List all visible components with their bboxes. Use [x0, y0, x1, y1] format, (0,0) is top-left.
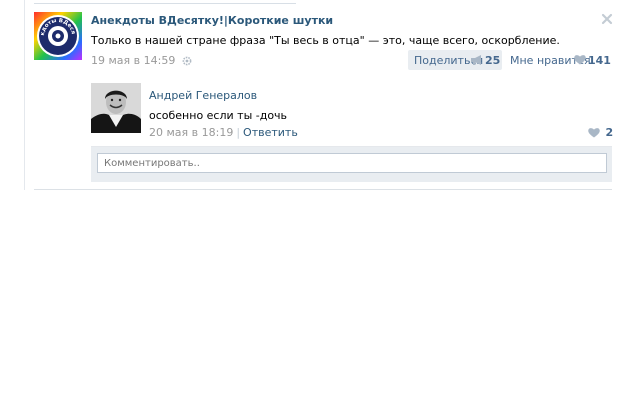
commenter-name-link[interactable]: Андрей Генералов	[149, 89, 257, 102]
top-divider	[34, 3, 296, 4]
post-date-link[interactable]: 19 мая в 14:59	[91, 54, 192, 69]
comment-form	[91, 147, 612, 182]
post-bottom-divider	[34, 189, 612, 190]
like-count: 141	[588, 54, 611, 67]
reply-link[interactable]: Ответить	[243, 126, 298, 139]
group-avatar[interactable]: Анекдоты ВДесятку!	[32, 8, 82, 60]
post-text: Только в нашей стране фраза "Ты весь в о…	[91, 34, 560, 47]
share-count: 25	[485, 54, 501, 67]
comment-input[interactable]	[97, 153, 607, 173]
heart-icon	[574, 54, 586, 68]
commenter-avatar[interactable]	[91, 83, 141, 133]
share-button[interactable]: Поделиться 25	[408, 50, 502, 70]
group-name-link[interactable]: Анекдоты ВДесятку!|Короткие шутки	[91, 14, 333, 27]
meta-separator: |	[236, 126, 241, 139]
comment-date-link[interactable]: 20 мая в 18:19	[149, 126, 233, 139]
comment-meta: 20 мая в 18:19 | Ответить	[149, 126, 298, 139]
comment-like-count: 2	[605, 126, 614, 139]
comment-like-button[interactable]: 2	[588, 126, 613, 139]
heart-icon	[588, 126, 604, 139]
comments-section: Андрей Генералов особенно если ты -дочь …	[91, 74, 613, 182]
comment-item: Андрей Генералов особенно если ты -дочь …	[91, 74, 613, 146]
page-left-border	[24, 0, 25, 190]
comment-text: особенно если ты -дочь	[149, 109, 288, 122]
megaphone-icon	[470, 54, 484, 69]
post-date: 19 мая в 14:59	[91, 54, 176, 67]
close-icon[interactable]	[600, 12, 614, 26]
gear-icon[interactable]	[182, 56, 192, 69]
like-button[interactable]: Мне нравится 141	[506, 50, 611, 70]
